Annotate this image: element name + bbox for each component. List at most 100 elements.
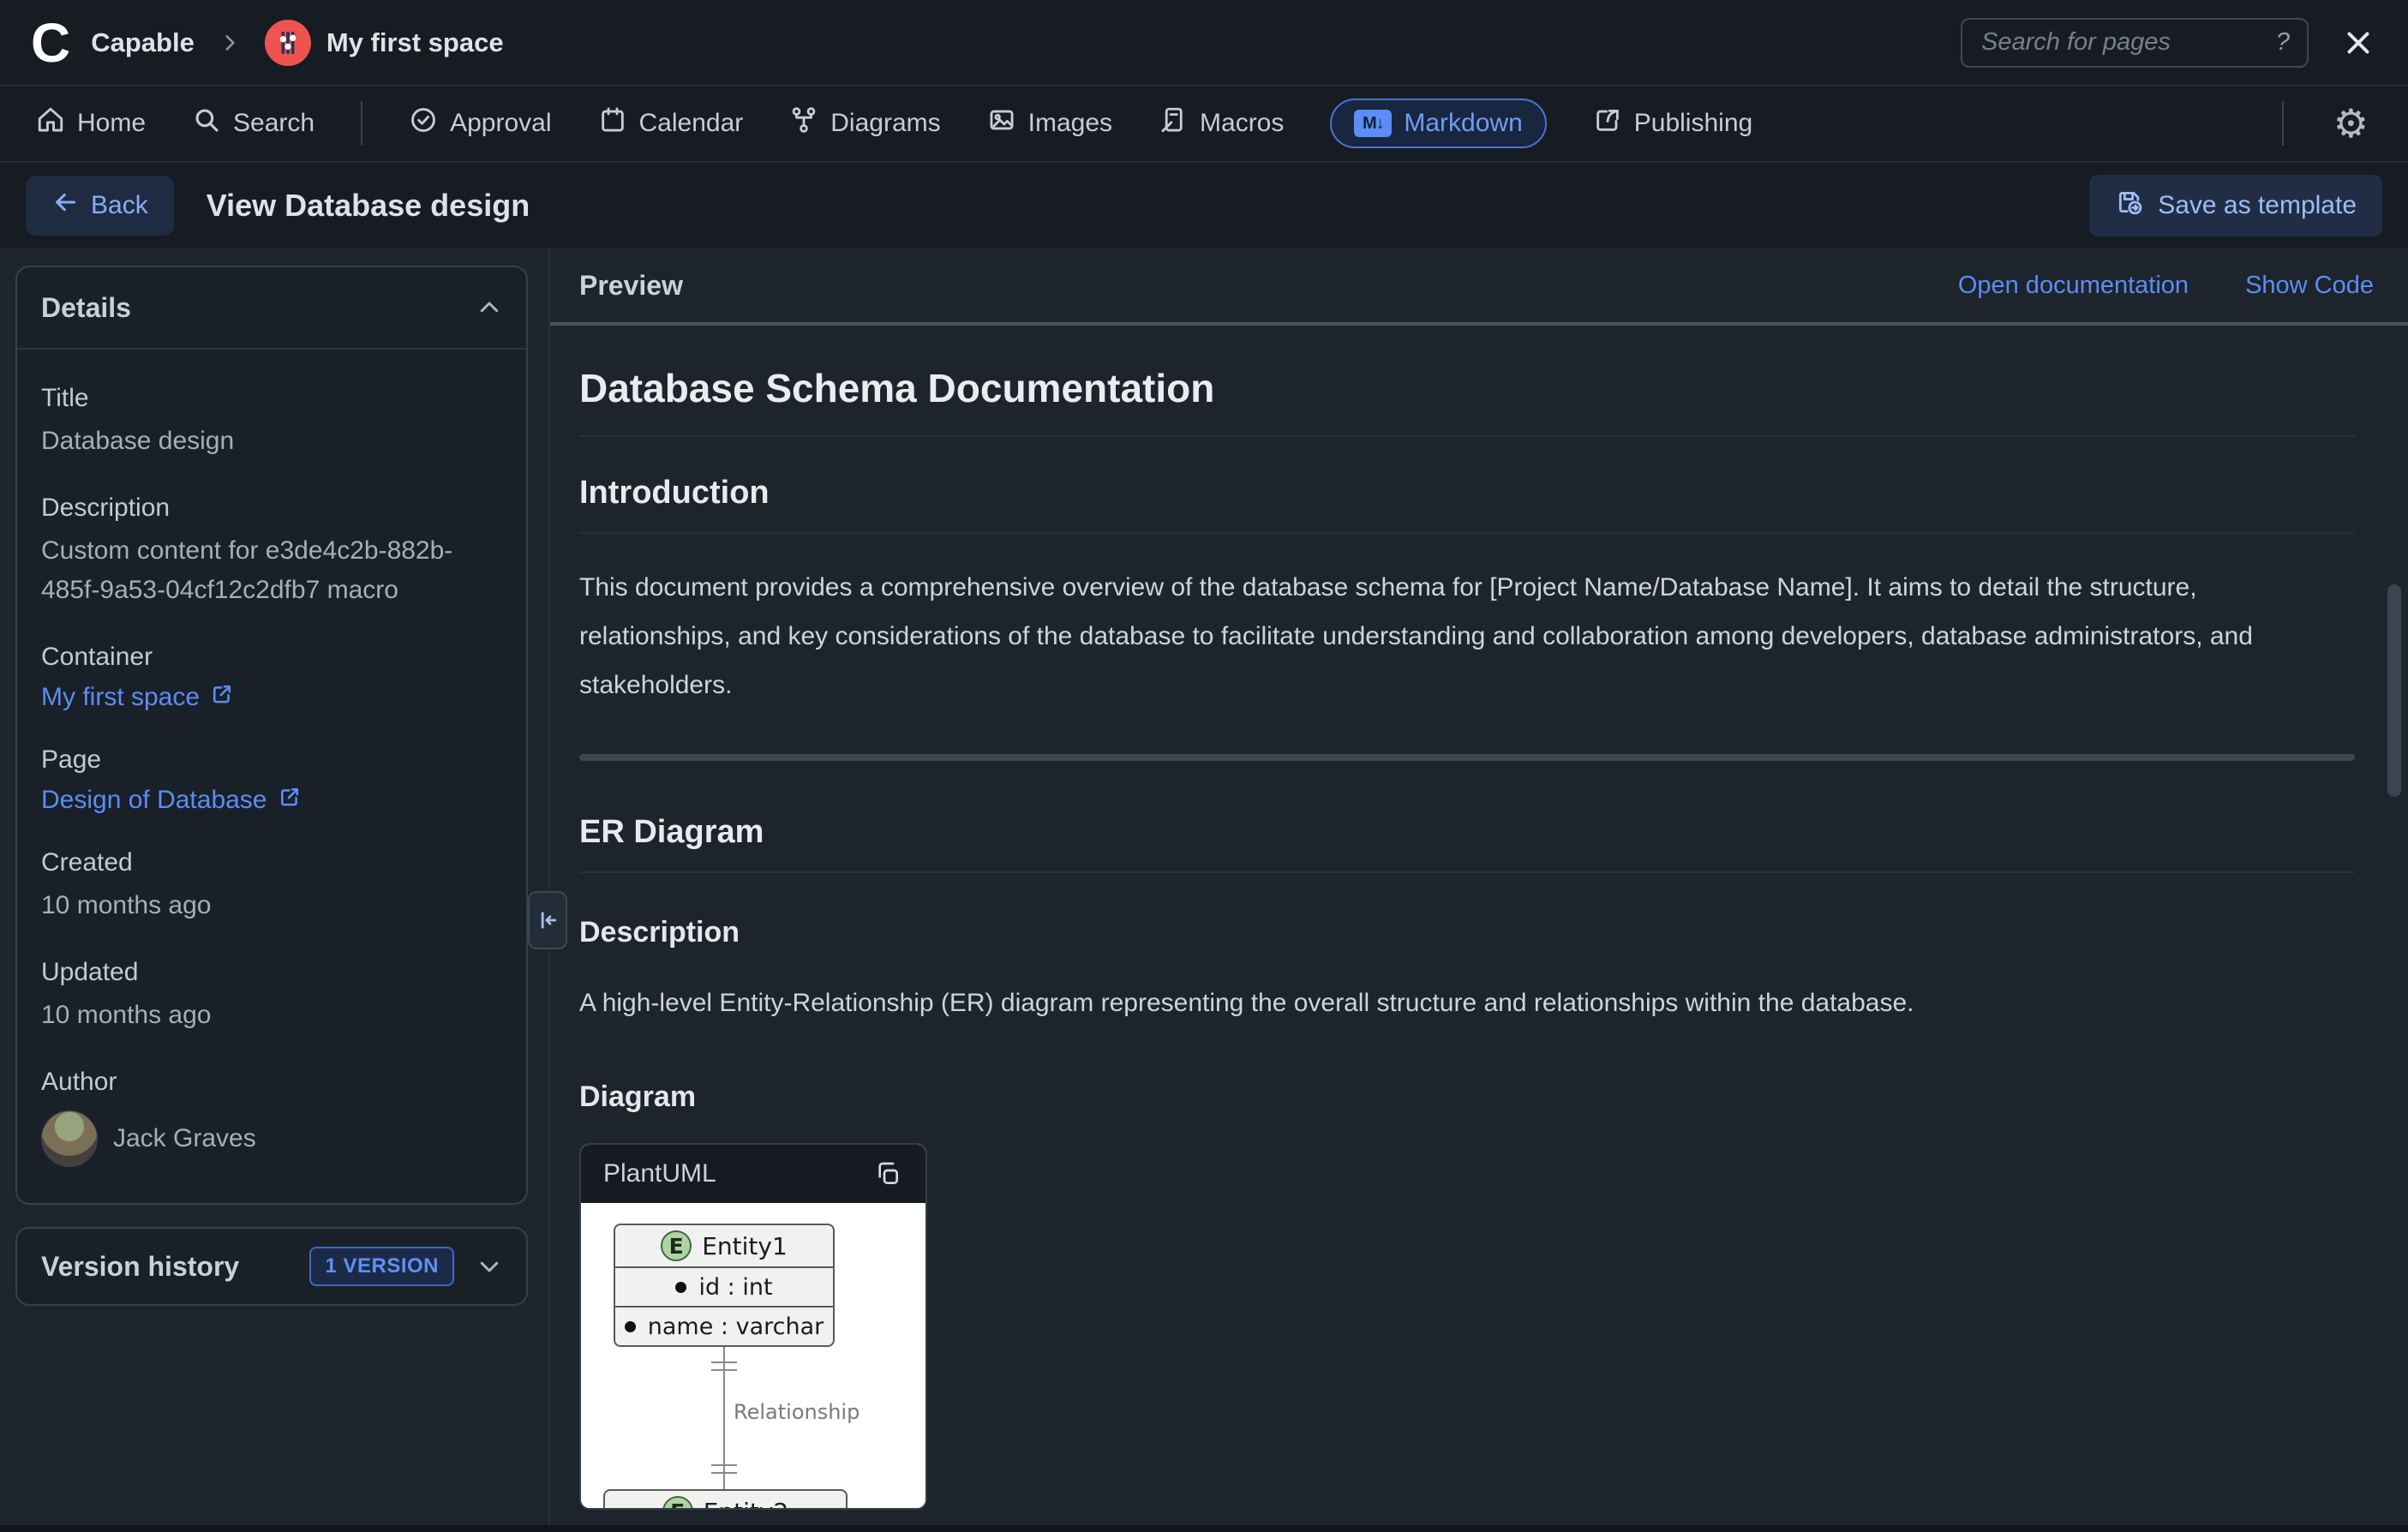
intro-paragraph: This document provides a comprehensive o… [579, 563, 2355, 709]
nav-item-macros[interactable]: Macros [1159, 105, 1284, 141]
gear-icon[interactable]: ⚙ [2330, 104, 2372, 143]
er-diagram-render: E Entity1 id : int name : varchar [581, 1203, 925, 1508]
search-input[interactable] [1980, 27, 2266, 57]
entity1-attr-id: id : int [615, 1268, 833, 1306]
external-link-icon [278, 785, 302, 816]
page-title: View Database design [207, 188, 530, 224]
nav-item-markdown[interactable]: M↓ Markdown [1330, 99, 1546, 148]
space-avatar-icon [265, 20, 311, 66]
publish-icon [1593, 105, 1622, 141]
avatar [41, 1110, 98, 1167]
check-circle-icon [409, 105, 438, 141]
details-title: Details [41, 292, 131, 324]
version-history-title: Version history [41, 1251, 239, 1283]
window-bottom-edge [0, 1525, 2408, 1532]
page-header: Back View Database design Save as templa… [0, 163, 2408, 248]
field-label-updated: Updated [41, 958, 502, 987]
breadcrumb-space[interactable]: My first space [326, 27, 504, 58]
branch-icon [789, 105, 818, 141]
field-value-updated: 10 months ago [41, 996, 502, 1035]
open-documentation-link[interactable]: Open documentation [1958, 272, 2189, 300]
show-code-link[interactable]: Show Code [2245, 272, 2374, 300]
nav-item-approval[interactable]: Approval [409, 105, 551, 141]
calendar-icon [598, 105, 627, 141]
description-heading: Description [579, 916, 2355, 949]
container-link[interactable]: My first space [41, 682, 502, 713]
search-icon [192, 105, 221, 141]
topbar: C Capable My first space ? [0, 0, 2408, 86]
app-window: C Capable My first space ? Home [0, 0, 2408, 1532]
nav-item-publishing[interactable]: Publishing [1593, 105, 1752, 141]
copy-icon[interactable] [872, 1158, 903, 1189]
page-link[interactable]: Design of Database [41, 785, 502, 816]
diagram-heading: Diagram [579, 1080, 2355, 1114]
field-label-container: Container [41, 643, 502, 672]
plantuml-title: PlantUML [603, 1159, 716, 1188]
vertical-scrollbar[interactable] [2387, 584, 2401, 797]
breadcrumb-root[interactable]: Capable [91, 27, 195, 58]
chevron-up-icon[interactable] [476, 295, 502, 320]
doc-title: Database Schema Documentation [579, 365, 2355, 437]
preview-title: Preview [579, 270, 683, 302]
sidebar: Details Title Database design Descriptio… [0, 248, 548, 1532]
field-value-title: Database design [41, 422, 502, 461]
macro-stamp-icon [1159, 105, 1188, 141]
nav-item-calendar[interactable]: Calendar [598, 105, 744, 141]
author-name: Jack Graves [113, 1124, 256, 1153]
version-count-badge: 1 VERSION [309, 1247, 454, 1286]
markdown-icon: M↓ [1354, 110, 1392, 137]
description-paragraph: A high-level Entity-Relationship (ER) di… [579, 978, 2355, 1027]
field-label-page: Page [41, 745, 502, 775]
section-divider [579, 754, 2355, 761]
details-panel: Details Title Database design Descriptio… [15, 266, 528, 1205]
home-icon [36, 105, 65, 141]
arrow-left-icon [51, 189, 79, 223]
capable-logo: C [31, 15, 70, 70]
details-panel-header[interactable]: Details [17, 267, 526, 350]
nav-divider [361, 101, 362, 146]
version-history-panel[interactable]: Version history 1 VERSION [15, 1227, 528, 1306]
nav-item-diagrams[interactable]: Diagrams [789, 105, 940, 141]
entity1-header: E Entity1 [615, 1225, 833, 1268]
preview-header: Preview Open documentation Show Code [550, 248, 2408, 326]
field-value-description: Custom content for e3de4c2b-882b-485f-9a… [41, 531, 502, 610]
collapse-sidebar-button[interactable] [528, 891, 567, 949]
field-label-created: Created [41, 848, 502, 877]
nav-item-images[interactable]: Images [987, 105, 1112, 141]
entity1-attr-name: name : varchar [615, 1306, 833, 1345]
relationship-connector: Relationship [581, 1347, 872, 1489]
preview-links: Open documentation Show Code [1958, 272, 2374, 300]
field-label-title: Title [41, 384, 502, 413]
entity1-name: Entity1 [702, 1232, 788, 1260]
field-value-created: 10 months ago [41, 886, 502, 925]
field-label-author: Author [41, 1068, 502, 1097]
chevron-right-icon [219, 32, 241, 54]
author-row: Jack Graves [41, 1110, 502, 1167]
entity1-box: E Entity1 id : int name : varchar [614, 1224, 835, 1347]
field-label-description: Description [41, 494, 502, 523]
plantuml-header: PlantUML [581, 1145, 925, 1203]
nav-item-search[interactable]: Search [192, 105, 314, 141]
close-icon[interactable] [2339, 24, 2377, 62]
chevron-down-icon[interactable] [476, 1254, 502, 1279]
search-shortcut-hint: ? [2276, 28, 2290, 57]
entity-badge-icon: E [661, 1230, 692, 1261]
relationship-label: Relationship [734, 1400, 860, 1424]
details-panel-body: Title Database design Description Custom… [17, 350, 526, 1203]
intro-heading: Introduction [579, 475, 2355, 534]
entity2-box: E Entity2 [603, 1489, 848, 1508]
document-body: Database Schema Documentation Introducti… [550, 365, 2408, 1510]
external-link-icon [210, 682, 234, 713]
plantuml-code-block: PlantUML E Entity1 id : int name : [579, 1143, 927, 1510]
entity-badge-icon: E [662, 1496, 693, 1508]
entity2-name: Entity2 [704, 1498, 789, 1509]
image-icon [987, 105, 1016, 141]
back-button[interactable]: Back [26, 176, 174, 236]
search-input-wrap: ? [1961, 18, 2309, 68]
save-template-icon [2115, 188, 2144, 224]
nav-item-home[interactable]: Home [36, 105, 146, 141]
preview-pane: Preview Open documentation Show Code Dat… [548, 248, 2408, 1532]
nav-divider-right [2282, 101, 2284, 146]
content-area: Details Title Database design Descriptio… [0, 248, 2408, 1532]
save-as-template-button[interactable]: Save as template [2089, 175, 2382, 236]
